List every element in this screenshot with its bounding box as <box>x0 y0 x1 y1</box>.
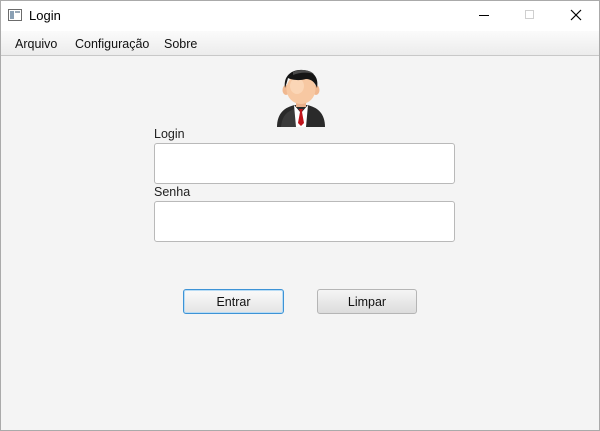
login-label: Login <box>154 127 185 141</box>
clear-button[interactable]: Limpar <box>317 289 417 314</box>
enter-button[interactable]: Entrar <box>183 289 284 314</box>
close-icon <box>570 9 582 21</box>
maximize-button[interactable] <box>507 1 553 31</box>
title-bar[interactable]: Login <box>1 1 599 31</box>
password-label: Senha <box>154 185 191 199</box>
close-button[interactable] <box>553 1 599 31</box>
app-icon <box>8 9 22 21</box>
login-input[interactable] <box>154 143 455 184</box>
menu-bar: Arquivo Configuração Sobre <box>1 31 599 56</box>
minimize-icon <box>479 15 489 16</box>
minimize-button[interactable] <box>461 1 507 31</box>
menu-arquivo[interactable]: Arquivo <box>15 37 57 51</box>
login-window: Login Arquivo Configuração Sobre Login S… <box>0 0 600 431</box>
password-input[interactable] <box>154 201 455 242</box>
menu-configuracao[interactable]: Configuração <box>75 37 149 51</box>
window-title: Login <box>29 8 61 23</box>
user-avatar-icon <box>277 69 325 127</box>
maximize-icon <box>525 10 534 19</box>
menu-sobre[interactable]: Sobre <box>164 37 197 51</box>
